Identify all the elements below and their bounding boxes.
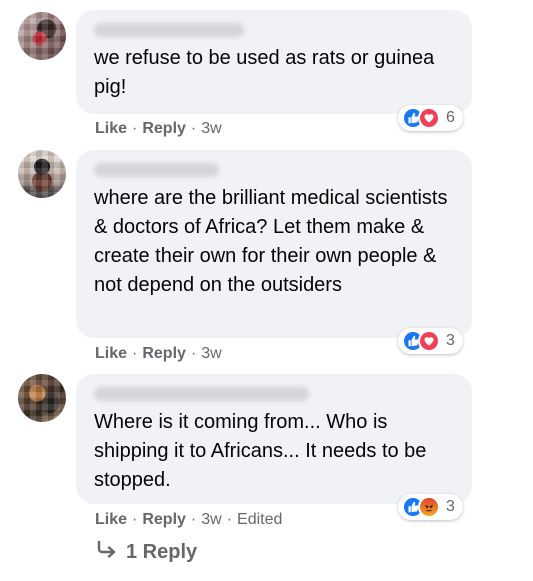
- angry-icon: [418, 496, 440, 518]
- author-name-blurred[interactable]: [94, 384, 456, 404]
- reaction-summary[interactable]: 3: [398, 328, 463, 354]
- author-name-blurred[interactable]: [94, 20, 456, 40]
- comment-bubble: we refuse to be used as rats or guinea p…: [76, 10, 472, 114]
- timestamp[interactable]: 3w: [201, 511, 221, 528]
- author-name-blurred[interactable]: [94, 160, 456, 180]
- avatar[interactable]: [18, 374, 66, 422]
- edited-label[interactable]: Edited: [237, 511, 282, 528]
- timestamp[interactable]: 3w: [201, 345, 221, 362]
- avatar[interactable]: [18, 150, 66, 198]
- cropped-top-text: [150, 0, 210, 4]
- comment-text: we refuse to be used as rats or guinea p…: [94, 47, 435, 98]
- view-replies-label[interactable]: 1 Reply: [126, 541, 197, 564]
- reaction-count: 3: [446, 332, 455, 349]
- reply-link[interactable]: Reply: [142, 120, 186, 137]
- view-replies-link[interactable]: 1 Reply: [96, 540, 197, 564]
- reaction-count: 6: [446, 109, 455, 126]
- comment-bubble: Where is it coming from... Who is shippi…: [76, 374, 472, 504]
- reply-arrow-icon: [96, 540, 118, 564]
- comment-actions: Like · Reply · 3w: [95, 120, 222, 137]
- reaction-summary[interactable]: 3: [398, 494, 463, 520]
- comment-actions: Like · Reply · 3w: [95, 345, 222, 362]
- like-link[interactable]: Like: [95, 120, 127, 137]
- timestamp[interactable]: 3w: [201, 120, 221, 137]
- reaction-summary[interactable]: 6: [398, 105, 463, 131]
- comment-text: where are the brilliant medical scientis…: [94, 187, 448, 296]
- reply-link[interactable]: Reply: [142, 511, 186, 528]
- love-icon: [418, 107, 440, 129]
- comment-text: Where is it coming from... Who is shippi…: [94, 411, 427, 491]
- reaction-count: 3: [446, 498, 455, 515]
- reply-link[interactable]: Reply: [142, 345, 186, 362]
- like-link[interactable]: Like: [95, 511, 127, 528]
- comment-bubble: where are the brilliant medical scientis…: [76, 150, 472, 338]
- love-icon: [418, 330, 440, 352]
- comment-actions: Like · Reply · 3w · Edited: [95, 511, 283, 528]
- like-link[interactable]: Like: [95, 345, 127, 362]
- avatar[interactable]: [18, 12, 66, 60]
